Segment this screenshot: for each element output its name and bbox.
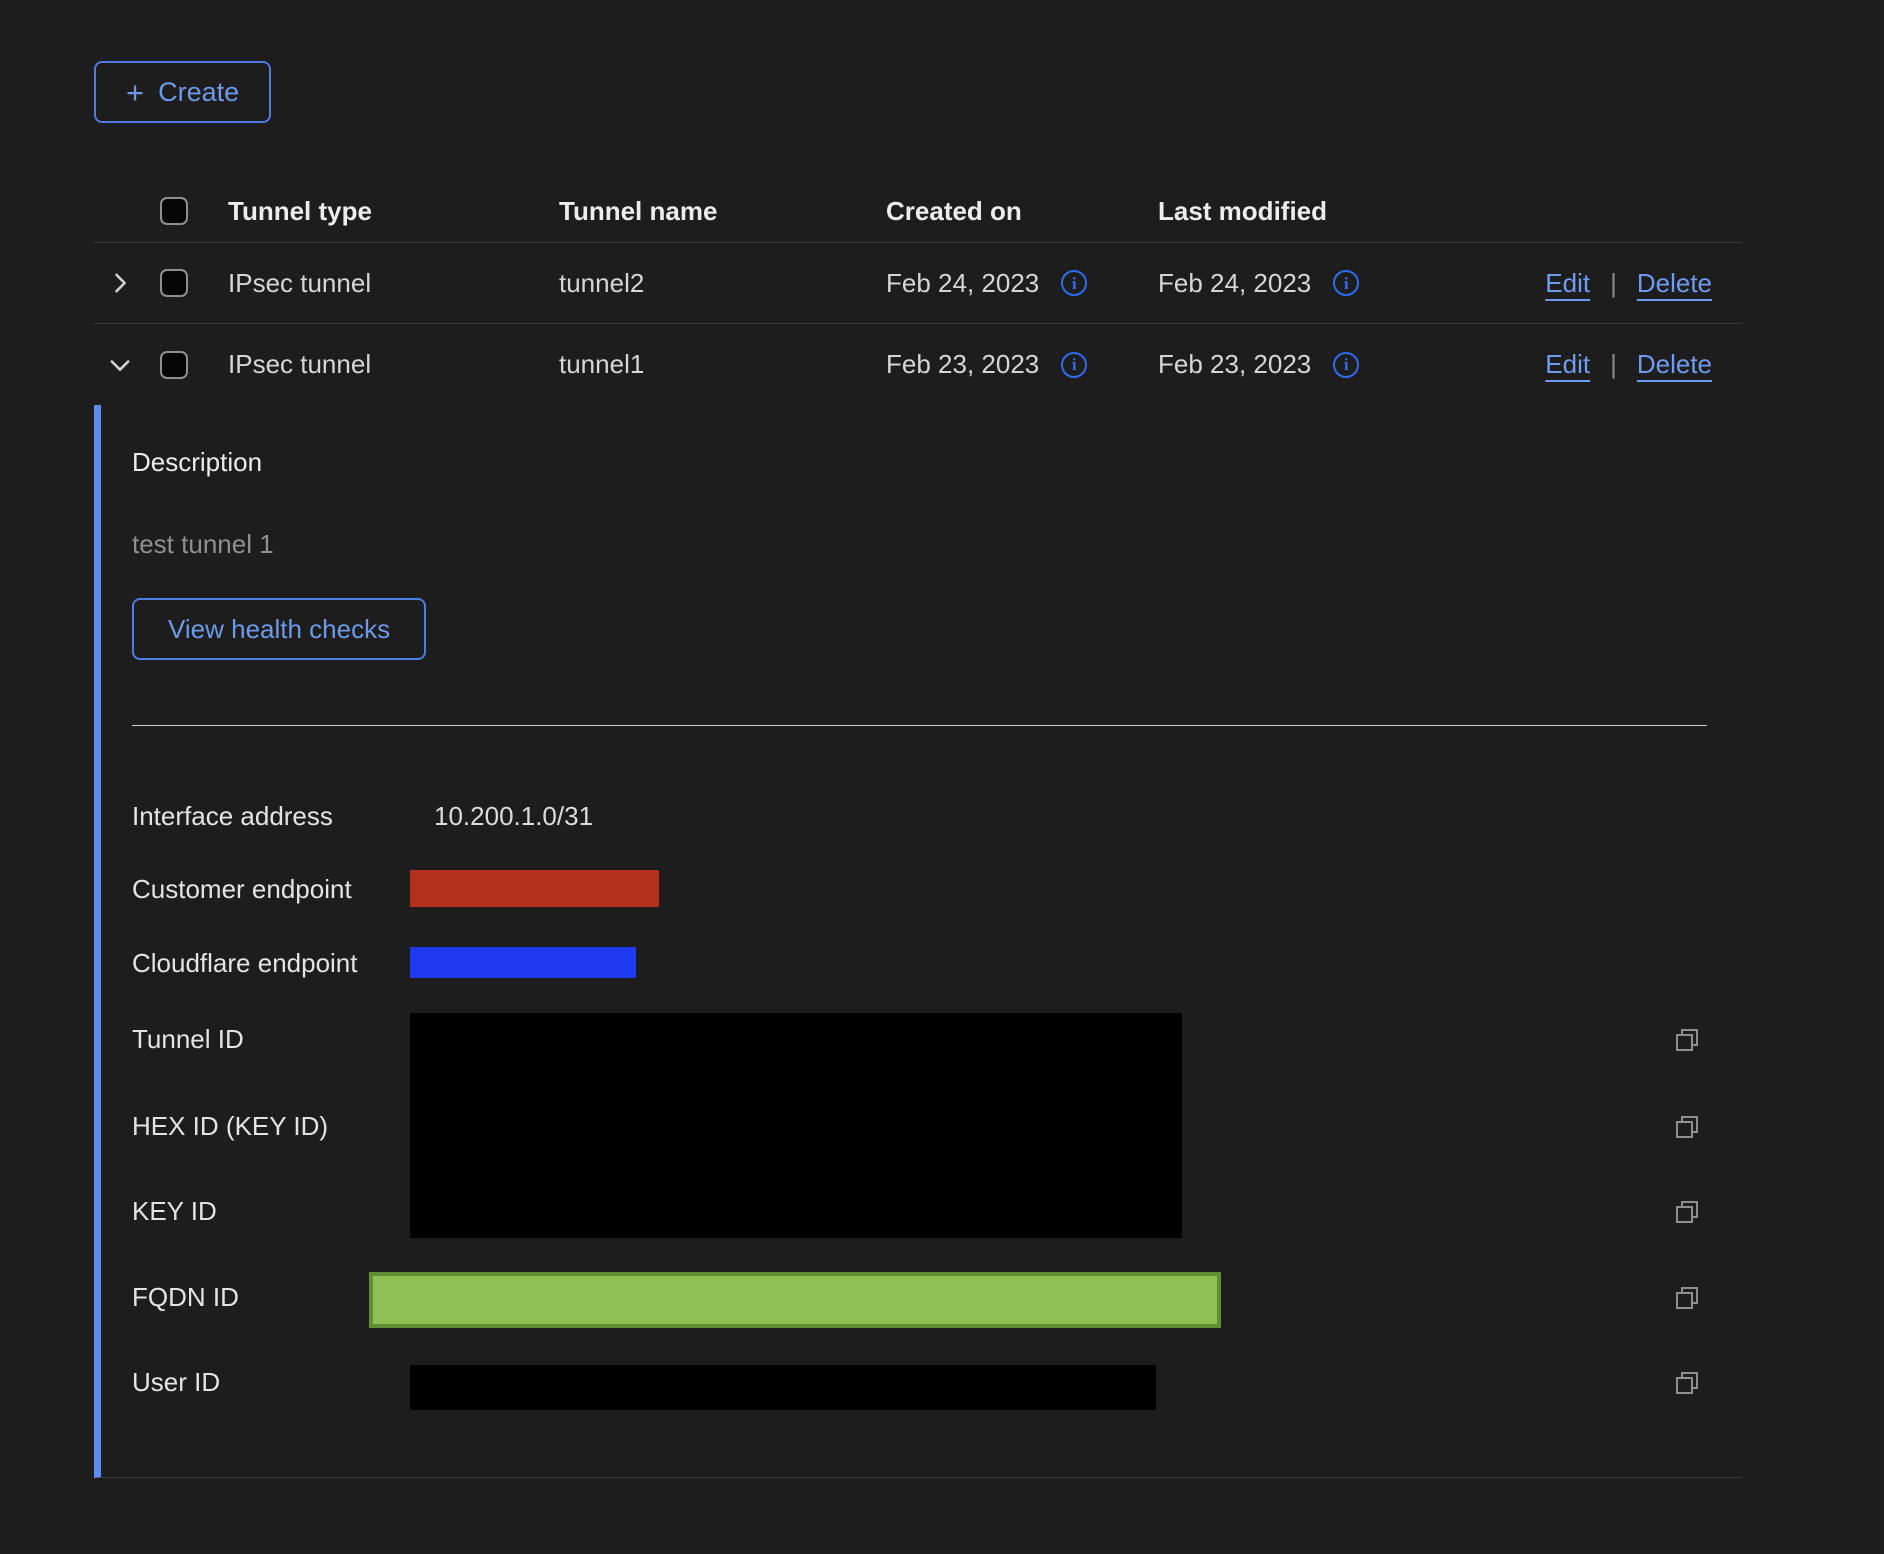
description-label: Description <box>132 445 262 479</box>
copy-user-id-button[interactable] <box>1672 1369 1702 1399</box>
actions-separator: | <box>1610 349 1617 380</box>
info-icon[interactable]: i <box>1061 352 1087 378</box>
user-id-redacted-value <box>410 1365 1156 1410</box>
header-created-on: Created on <box>886 196 1158 227</box>
create-button-label: Create <box>158 77 239 108</box>
delete-link[interactable]: Delete <box>1637 349 1712 380</box>
collapse-row-button[interactable] <box>102 347 138 383</box>
field-label: User ID <box>132 1365 220 1399</box>
copy-icon <box>1673 1284 1701 1312</box>
copy-icon <box>1673 1113 1701 1141</box>
header-last-modified: Last modified <box>1158 196 1458 227</box>
chevron-right-icon <box>106 269 134 297</box>
copy-hex-id-button[interactable] <box>1672 1113 1702 1143</box>
copy-fqdn-id-button[interactable] <box>1672 1284 1702 1314</box>
copy-tunnel-id-button[interactable] <box>1672 1026 1702 1056</box>
last-modified-cell: Feb 24, 2023 <box>1158 268 1311 299</box>
customer-endpoint-redacted-value <box>410 870 659 907</box>
delete-link[interactable]: Delete <box>1637 268 1712 299</box>
info-icon[interactable]: i <box>1061 270 1087 296</box>
detail-divider <box>132 725 1707 726</box>
tunnel-type-cell: IPsec tunnel <box>228 268 559 299</box>
table-header-row: Tunnel type Tunnel name Created on Last … <box>94 180 1742 243</box>
row-checkbox[interactable] <box>160 269 188 297</box>
create-button[interactable]: + Create <box>94 61 271 123</box>
tunnel-type-cell: IPsec tunnel <box>228 349 559 380</box>
copy-key-id-button[interactable] <box>1672 1198 1702 1228</box>
row-checkbox[interactable] <box>160 351 188 379</box>
tunnel-name-cell: tunnel2 <box>559 268 886 299</box>
ipsec-tunnels-page: + Create Tunnel type Tunnel name Created… <box>0 0 1884 1554</box>
select-all-checkbox[interactable] <box>160 197 188 225</box>
copy-icon <box>1673 1026 1701 1054</box>
header-tunnel-type: Tunnel type <box>228 196 559 227</box>
edit-link[interactable]: Edit <box>1545 268 1590 299</box>
field-label: Tunnel ID <box>132 1022 244 1056</box>
info-icon[interactable]: i <box>1333 352 1359 378</box>
field-label: FQDN ID <box>132 1280 239 1314</box>
copy-icon <box>1673 1369 1701 1397</box>
field-label: Customer endpoint <box>132 872 352 906</box>
tunnels-table: Tunnel type Tunnel name Created on Last … <box>94 180 1742 1478</box>
info-icon[interactable]: i <box>1333 270 1359 296</box>
view-health-checks-button[interactable]: View health checks <box>132 598 426 660</box>
expand-row-button[interactable] <box>102 265 138 301</box>
last-modified-cell: Feb 23, 2023 <box>1158 349 1311 380</box>
fqdn-id-redacted-value <box>369 1272 1221 1328</box>
chevron-down-icon <box>106 351 134 379</box>
description-value: test tunnel 1 <box>132 527 274 561</box>
field-label: Cloudflare endpoint <box>132 946 358 980</box>
copy-icon <box>1673 1198 1701 1226</box>
interface-address-value: 10.200.1.0/31 <box>434 799 593 833</box>
tunnel-name-cell: tunnel1 <box>559 349 886 380</box>
table-row: IPsec tunnel tunnel1 Feb 23, 2023 i Feb … <box>94 324 1742 405</box>
tunnel-detail-panel: Description test tunnel 1 View health ch… <box>94 405 1742 1478</box>
created-on-cell: Feb 23, 2023 <box>886 349 1039 380</box>
field-label: KEY ID <box>132 1194 217 1228</box>
field-label: HEX ID (KEY ID) <box>132 1109 328 1143</box>
table-row: IPsec tunnel tunnel2 Feb 24, 2023 i Feb … <box>94 243 1742 324</box>
tunnel-ids-redacted-value <box>410 1013 1182 1238</box>
header-tunnel-name: Tunnel name <box>559 196 886 227</box>
field-label: Interface address <box>132 799 333 833</box>
edit-link[interactable]: Edit <box>1545 349 1590 380</box>
created-on-cell: Feb 24, 2023 <box>886 268 1039 299</box>
plus-icon: + <box>126 77 144 108</box>
actions-separator: | <box>1610 268 1617 299</box>
cloudflare-endpoint-redacted-value <box>410 947 636 978</box>
